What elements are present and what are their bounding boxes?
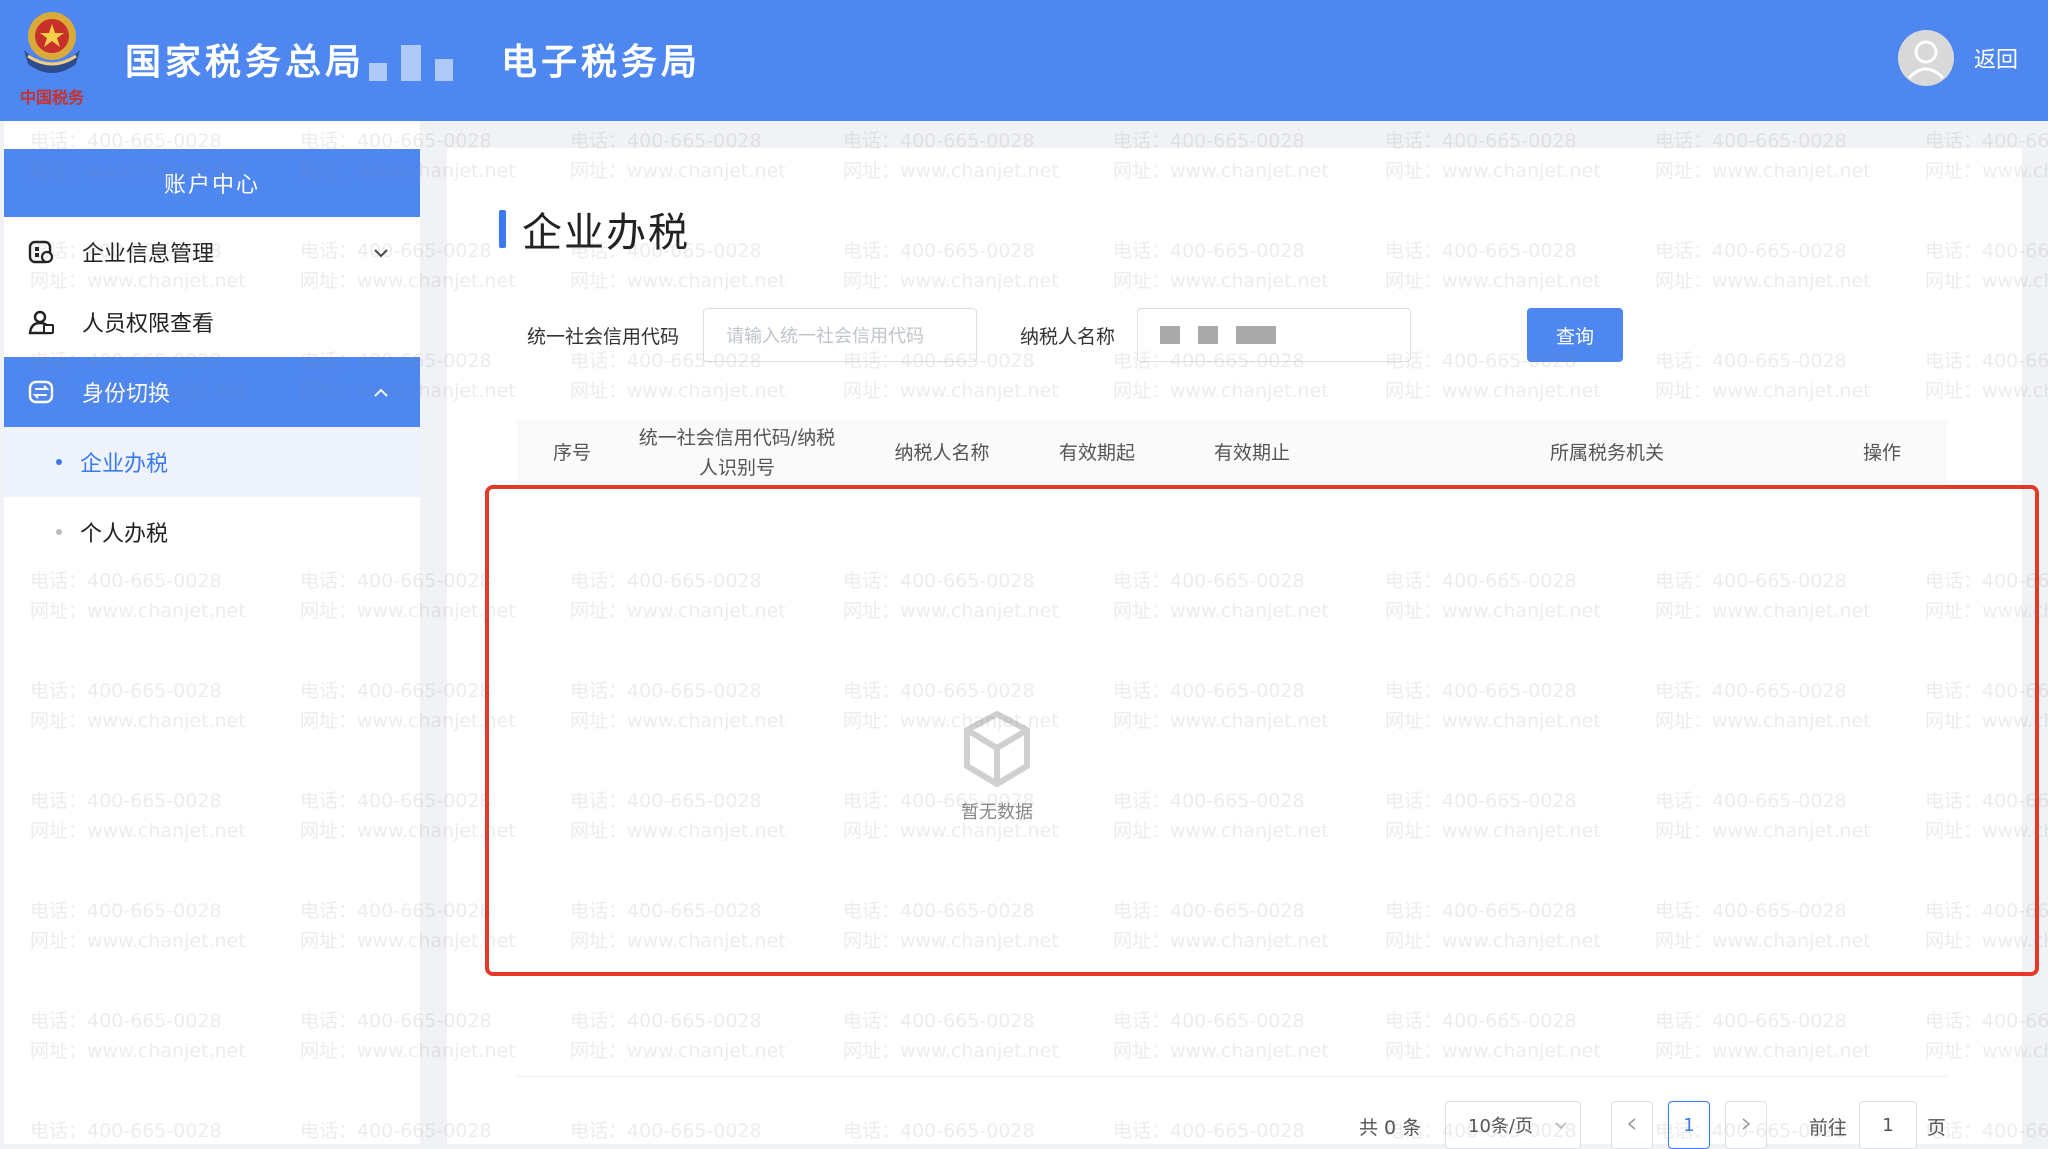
- top-header: 中国税务 国家税务总局 电子税务局 返回: [0, 0, 2048, 121]
- menu-item-label: 身份切换: [82, 382, 171, 407]
- next-page-button[interactable]: [1725, 1101, 1767, 1149]
- back-link[interactable]: 返回: [1974, 42, 2018, 74]
- column-header-valid-from: 有效期起: [1058, 442, 1135, 464]
- chevron-left-icon: [1626, 1115, 1638, 1136]
- credit-code-label: 统一社会信用代码: [527, 326, 680, 348]
- column-header-credit-code: 统一社会信用代码/纳税人识别号: [638, 427, 836, 479]
- building-settings-icon: [26, 237, 56, 267]
- column-header-actions: 操作: [1862, 442, 1901, 464]
- prev-page-button[interactable]: [1611, 1101, 1653, 1149]
- title-accent-bar: [499, 210, 506, 248]
- bullet-icon: [56, 529, 62, 535]
- table-header: 序号 统一社会信用代码/纳税人识别号 纳税人名称 有效期起 有效期止 所属税务机…: [517, 420, 1947, 486]
- site-title: 国家税务总局 电子税务局: [125, 34, 701, 84]
- credit-code-input[interactable]: 请输入统一社会信用代码: [703, 308, 977, 362]
- pagination: 共 0 条 10条/页 1 前往 1 页: [447, 1101, 2022, 1149]
- menu-item-identity-switch[interactable]: 身份切换: [4, 357, 420, 427]
- chevron-right-icon: [1740, 1115, 1752, 1136]
- column-header-valid-to: 有效期止: [1213, 442, 1290, 464]
- main-panel: 企业办税 统一社会信用代码 请输入统一社会信用代码 纳税人名称 查询 序号 统一…: [447, 148, 2022, 1149]
- menu-item-personnel-permissions[interactable]: 人员权限查看: [4, 287, 420, 357]
- emblem-caption: 中国税务: [20, 88, 85, 107]
- search-form: 统一社会信用代码 请输入统一社会信用代码 纳税人名称 查询: [527, 308, 1987, 364]
- page-title: 企业办税: [499, 204, 690, 256]
- column-header-index: 序号: [552, 442, 591, 464]
- taxpayer-name-input[interactable]: [1137, 308, 1411, 362]
- empty-state-text: 暂无数据: [961, 802, 1033, 823]
- page-size-select[interactable]: 10条/页: [1445, 1101, 1581, 1149]
- site-title-part2: 电子税务局: [501, 42, 702, 83]
- query-button[interactable]: 查询: [1527, 308, 1623, 362]
- person-lock-icon: [26, 307, 56, 337]
- column-header-tax-authority: 所属税务机关: [1549, 442, 1664, 464]
- redacted-taxpayer-name: [1160, 326, 1276, 344]
- page-number-current[interactable]: 1: [1668, 1101, 1710, 1149]
- page-size-value: 10条/页: [1468, 1116, 1533, 1137]
- switch-icon: [26, 377, 56, 407]
- menu-item-enterprise-info[interactable]: 企业信息管理: [4, 217, 420, 287]
- bullet-icon: [56, 459, 62, 465]
- empty-state: 暂无数据: [917, 710, 1077, 824]
- tax-emblem-logo: 中国税务: [14, 6, 94, 107]
- site-title-part1: 国家税务总局: [125, 42, 366, 83]
- account-center-header: 账户中心: [4, 149, 420, 217]
- menu-item-label: 人员权限查看: [82, 312, 215, 337]
- total-count: 共 0 条: [1359, 1117, 1422, 1139]
- column-header-taxpayer-name: 纳税人名称: [894, 442, 990, 464]
- submenu-item-label: 个人办税: [80, 522, 169, 547]
- redacted-region-name: [369, 37, 497, 81]
- page-suffix: 页: [1927, 1117, 1947, 1139]
- user-area: 返回: [1897, 28, 2018, 88]
- goto-page-input[interactable]: 1: [1859, 1101, 1917, 1149]
- goto-label: 前往: [1809, 1117, 1848, 1139]
- submenu-item-label: 企业办税: [80, 452, 169, 477]
- table-divider: [517, 1076, 1947, 1077]
- chevron-down-icon[interactable]: [372, 243, 390, 261]
- submenu-item-personal-tax[interactable]: 个人办税: [4, 497, 420, 567]
- user-avatar-icon[interactable]: [1897, 30, 1954, 86]
- chevron-up-icon[interactable]: [372, 383, 390, 401]
- empty-box-icon: [961, 710, 1033, 792]
- taxpayer-name-label: 纳税人名称: [1020, 326, 1116, 348]
- menu-item-label: 企业信息管理: [82, 242, 215, 267]
- submenu-item-enterprise-tax[interactable]: 企业办税: [4, 427, 420, 497]
- chevron-down-icon: [1554, 1116, 1568, 1137]
- page-title-text: 企业办税: [522, 210, 690, 256]
- sidebar: 账户中心 企业信息管理 人员权限查看 身份切换 企业办税 个人办税: [0, 121, 420, 1144]
